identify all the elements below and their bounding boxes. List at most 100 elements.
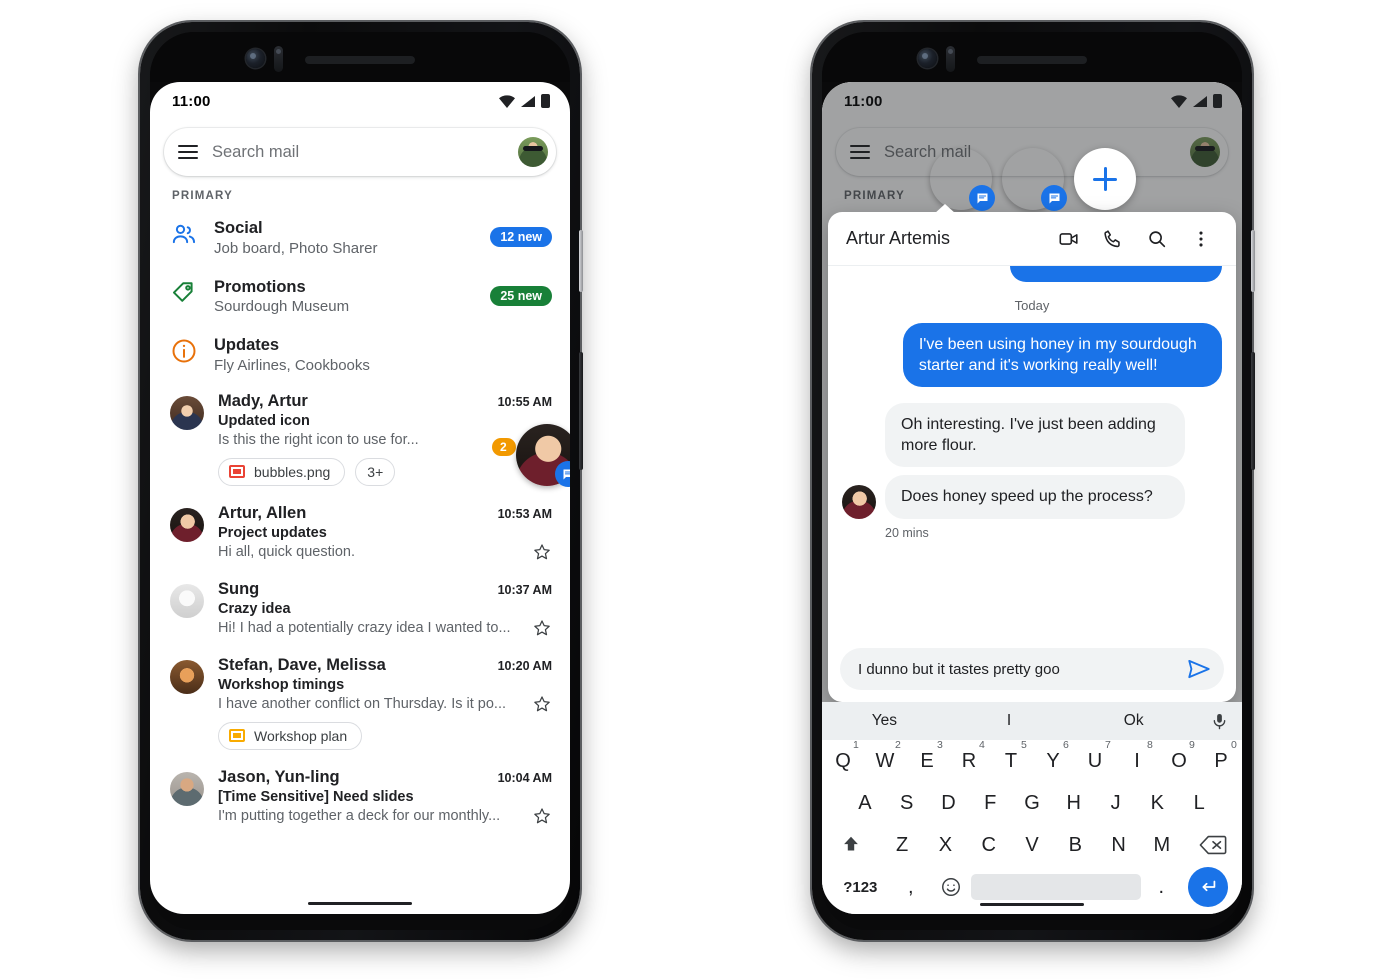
search-icon[interactable] xyxy=(1138,220,1176,258)
promotions-tag-icon xyxy=(172,281,193,302)
wifi-icon xyxy=(499,94,515,108)
key-z[interactable]: Z xyxy=(880,824,923,866)
mail-content: Stefan, Dave, Melissa 10:20 AM Workshop … xyxy=(218,656,552,750)
table-row[interactable]: Sung 10:37 AM Crazy idea Hi! I had a pot… xyxy=(150,572,570,648)
enter-return-icon[interactable] xyxy=(1182,866,1235,908)
key-y[interactable]: 6Y xyxy=(1032,739,1074,782)
account-avatar[interactable] xyxy=(518,137,548,167)
key-w[interactable]: 2W xyxy=(864,739,906,782)
video-call-icon[interactable] xyxy=(1050,220,1088,258)
left-phone-device: 11:00 Search mail PRIMARY Social Job boa… xyxy=(140,22,583,940)
category-row-promotions[interactable]: Promotions Sourdough Museum 25 new xyxy=(150,267,570,326)
power-button[interactable] xyxy=(579,230,583,292)
composer-field[interactable]: I dunno but it tastes pretty goo xyxy=(840,648,1224,690)
key-g[interactable]: G xyxy=(1011,782,1053,824)
key-j[interactable]: J xyxy=(1095,782,1137,824)
key-s[interactable]: S xyxy=(886,782,928,824)
key-p[interactable]: 0P xyxy=(1200,739,1242,782)
key-o[interactable]: 9O xyxy=(1158,739,1200,782)
bubble-artur[interactable] xyxy=(930,148,995,211)
key-h[interactable]: H xyxy=(1053,782,1095,824)
key-b[interactable]: B xyxy=(1054,824,1097,866)
message-input[interactable]: I dunno but it tastes pretty goo xyxy=(858,661,1176,678)
key-k[interactable]: K xyxy=(1136,782,1178,824)
attachment-more-chip[interactable]: 3+ xyxy=(355,457,396,486)
key-label: I xyxy=(1134,749,1140,772)
key-a[interactable]: A xyxy=(844,782,886,824)
key-label: U xyxy=(1087,749,1103,772)
table-row[interactable]: Artur, Allen 10:53 AM Project updates Hi… xyxy=(150,496,570,572)
left-phone-screen: 11:00 Search mail PRIMARY Social Job boa… xyxy=(150,82,570,914)
table-row[interactable]: Jason, Yun-ling 10:04 AM [Time Sensitive… xyxy=(150,760,570,836)
symbols-key[interactable]: ?123 xyxy=(830,866,891,908)
gesture-nav-handle[interactable] xyxy=(308,901,412,905)
phone-call-icon[interactable] xyxy=(1094,220,1132,258)
add-bubble-button[interactable] xyxy=(1074,148,1136,210)
star-outline-icon[interactable] xyxy=(532,694,552,714)
mail-time: 10:53 AM xyxy=(497,506,552,521)
category-title: Promotions xyxy=(214,277,306,296)
previous-message-clipped xyxy=(1010,266,1222,282)
period-key[interactable]: . xyxy=(1141,866,1181,908)
key-x[interactable]: X xyxy=(924,824,967,866)
message-thread[interactable]: Today I've been using honey in my sourdo… xyxy=(828,266,1236,640)
bubble-mady[interactable] xyxy=(1002,148,1067,211)
proximity-sensor-icon xyxy=(946,46,955,72)
key-u[interactable]: 7U xyxy=(1074,739,1116,782)
table-row[interactable]: Stefan, Dave, Melissa 10:20 AM Workshop … xyxy=(150,648,570,760)
key-d[interactable]: D xyxy=(928,782,970,824)
floating-chat-bubble[interactable]: 2 xyxy=(492,424,570,487)
bubble-avatar[interactable] xyxy=(516,424,570,487)
star-outline-icon[interactable] xyxy=(532,542,552,562)
message-bubble-incoming: Does honey speed up the process? xyxy=(885,475,1185,519)
key-q[interactable]: 1Q xyxy=(822,739,864,782)
star-outline-icon[interactable] xyxy=(532,618,552,638)
microphone-icon[interactable] xyxy=(1196,712,1242,731)
battery-icon xyxy=(541,94,550,108)
emoji-smiley-icon[interactable] xyxy=(931,866,971,908)
comma-key[interactable]: , xyxy=(891,866,931,908)
key-m[interactable]: M xyxy=(1140,824,1183,866)
mail-time: 10:37 AM xyxy=(497,582,552,597)
backspace-icon[interactable] xyxy=(1184,824,1242,866)
key-c[interactable]: C xyxy=(967,824,1010,866)
power-button[interactable] xyxy=(1251,230,1255,292)
category-row-updates[interactable]: Updates Fly Airlines, Cookbooks xyxy=(150,325,570,384)
attachment-chip[interactable]: Workshop plan xyxy=(218,721,363,750)
avatar xyxy=(170,507,204,542)
star-outline-icon[interactable] xyxy=(532,806,552,826)
key-f[interactable]: F xyxy=(969,782,1011,824)
volume-button[interactable] xyxy=(1251,352,1255,470)
key-r[interactable]: 4R xyxy=(948,739,990,782)
suggestion-chip[interactable]: I xyxy=(947,712,1072,730)
gesture-nav-handle[interactable] xyxy=(980,902,1084,906)
search-bar[interactable]: Search mail xyxy=(164,128,556,176)
shift-up-icon[interactable] xyxy=(822,824,880,866)
keyboard-row-2: A S D F G H J K L xyxy=(822,782,1242,824)
key-e[interactable]: 3E xyxy=(906,739,948,782)
top-bezel xyxy=(822,32,1242,82)
key-v[interactable]: V xyxy=(1010,824,1053,866)
volume-button[interactable] xyxy=(579,352,583,470)
suggestion-chip[interactable]: Ok xyxy=(1071,712,1196,730)
send-icon[interactable] xyxy=(1186,656,1212,682)
category-row-social[interactable]: Social Job board, Photo Sharer 12 new xyxy=(150,208,570,267)
mail-subject: Crazy idea xyxy=(218,600,291,617)
key-i[interactable]: 8I xyxy=(1116,739,1158,782)
attachment-chip[interactable]: bubbles.png xyxy=(218,457,346,486)
hamburger-menu-icon[interactable] xyxy=(178,145,198,159)
key-n[interactable]: N xyxy=(1097,824,1140,866)
signal-icon xyxy=(521,95,535,107)
suggestion-chip[interactable]: Yes xyxy=(822,712,947,730)
mail-time: 10:20 AM xyxy=(497,658,552,673)
mail-sender: Artur, Allen xyxy=(218,503,307,522)
search-input[interactable]: Search mail xyxy=(212,143,504,162)
screenshot-stage: 11:00 Search mail PRIMARY Social Job boa… xyxy=(0,0,1392,980)
key-l[interactable]: L xyxy=(1178,782,1220,824)
key-number: 6 xyxy=(1063,739,1069,751)
key-t[interactable]: 5T xyxy=(990,739,1032,782)
chat-header: Artur Artemis xyxy=(828,212,1236,266)
mail-content: Artur, Allen 10:53 AM Project updates Hi… xyxy=(218,504,552,562)
mail-sender: Mady, Artur xyxy=(218,391,308,410)
more-vert-icon[interactable] xyxy=(1182,220,1220,258)
